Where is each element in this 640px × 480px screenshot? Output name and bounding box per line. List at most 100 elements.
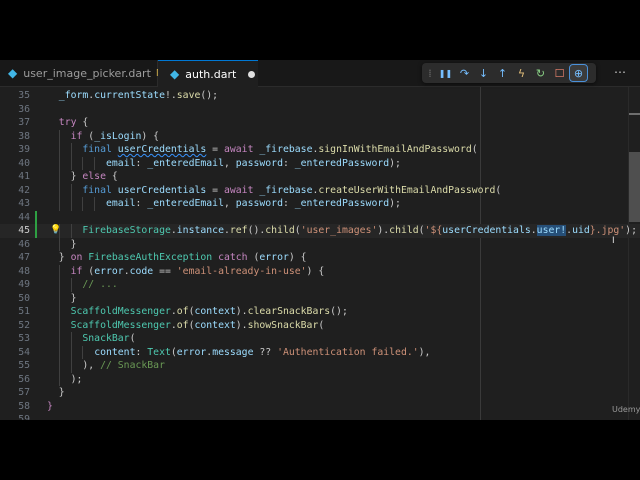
code-editor[interactable]: 35 _form.currentState!.save(); 36 37 try {38… xyxy=(0,87,640,420)
code-token: ), xyxy=(418,346,431,358)
code-token: ); xyxy=(625,225,637,236)
code-token: error xyxy=(176,346,207,358)
step-into-icon[interactable]: ↓ xyxy=(475,65,492,81)
code-line[interactable]: 55), // SnackBar xyxy=(0,359,640,373)
code-line[interactable]: 49 // ... xyxy=(0,278,640,292)
code-line[interactable]: 36 xyxy=(0,103,640,117)
code-line[interactable]: 43 email: _enteredEmail, password: _enter… xyxy=(0,197,640,211)
code-token: ); xyxy=(70,373,83,385)
modified-lines-indicator xyxy=(35,210,37,238)
code-token: , xyxy=(223,198,236,209)
indent-guide xyxy=(58,278,60,292)
code-token: _firebase xyxy=(259,184,313,196)
indent-guide xyxy=(70,156,72,170)
code-token: ScaffoldMessenger xyxy=(70,306,171,317)
code-token: !. xyxy=(164,90,177,101)
indent-guide xyxy=(94,197,96,211)
step-over-icon[interactable]: ↷ xyxy=(456,65,473,81)
code-token: ( xyxy=(129,333,136,344)
indent-guide xyxy=(58,305,60,319)
code-text: final userCredentials = await _firebase.… xyxy=(82,184,501,198)
code-token: user! xyxy=(536,225,567,236)
code-token: _isLogin xyxy=(94,130,142,142)
code-line[interactable]: 50} xyxy=(0,291,640,306)
tab-auth[interactable]: ◆ auth.dart xyxy=(158,60,258,87)
code-token: ) { xyxy=(288,252,307,263)
indent-guide xyxy=(58,237,60,251)
editor-tab-bar: ◆ user_image_picker.dart M ◆ auth.dart ⁞… xyxy=(0,60,640,87)
code-line[interactable]: 44 xyxy=(0,211,640,225)
code-line[interactable]: 47} on FirebaseAuthException catch (erro… xyxy=(0,251,640,265)
pause-icon[interactable]: ❚❚ xyxy=(437,65,454,81)
code-token: ?? xyxy=(253,346,278,358)
code-token: userCredentials xyxy=(117,144,207,155)
code-token: // SnackBar xyxy=(100,360,165,371)
code-line[interactable]: 53 SnackBar( xyxy=(0,332,640,346)
code-line[interactable]: 45 FirebaseStorage.instance.ref().child('… xyxy=(0,224,640,238)
unsaved-dot-icon[interactable] xyxy=(248,70,256,78)
indent-guide xyxy=(94,156,96,170)
dart-file-icon: ◆ xyxy=(170,67,180,81)
code-token: == xyxy=(153,265,177,277)
code-token: ( xyxy=(82,130,95,142)
devtools-search-icon[interactable]: ⊕ xyxy=(569,64,588,82)
tab-label: auth.dart xyxy=(185,67,237,81)
code-token: } xyxy=(70,238,77,250)
code-token: currentState xyxy=(94,90,165,101)
code-token: code xyxy=(129,265,154,277)
restart-icon[interactable]: ↻ xyxy=(532,65,549,81)
indent-guide xyxy=(58,345,60,359)
code-text: } xyxy=(71,292,77,306)
code-line[interactable]: 39 final userCredentials = await _firebas… xyxy=(0,143,640,157)
code-token: else xyxy=(82,171,106,182)
indent-guide xyxy=(58,264,60,278)
code-line[interactable]: 38 if (_isLogin) { xyxy=(0,129,640,143)
code-line[interactable]: 35 _form.currentState!.save(); xyxy=(0,89,640,103)
code-token: (). xyxy=(247,225,266,236)
code-token: instance xyxy=(176,225,224,236)
indent-guide xyxy=(70,224,72,238)
hot-reload-icon[interactable]: ϟ xyxy=(513,65,530,81)
code-token: } xyxy=(47,400,53,412)
code-token: (); xyxy=(200,90,219,101)
stop-icon[interactable]: ☐ xyxy=(551,65,568,81)
code-line[interactable]: 46} xyxy=(0,237,640,251)
code-line[interactable]: 40 email: _enteredEmail, password: _enter… xyxy=(0,156,640,170)
code-line[interactable]: 59 xyxy=(0,413,640,420)
code-token: 'email-already-in-use' xyxy=(176,265,307,277)
code-line[interactable]: 42 final userCredentials = await _firebas… xyxy=(0,183,640,198)
line-number: 46 xyxy=(18,238,30,250)
code-line[interactable]: 37 try { xyxy=(0,116,640,130)
line-number: 57 xyxy=(18,387,30,398)
code-token: password xyxy=(235,198,283,209)
code-token: error xyxy=(259,252,289,263)
indent-guide xyxy=(58,291,60,305)
indent-guide xyxy=(70,197,72,211)
code-line[interactable]: 48 if (error.code == 'email-already-in-us… xyxy=(0,264,640,278)
code-line[interactable]: 57} xyxy=(0,386,640,400)
code-token: : xyxy=(135,157,148,169)
code-token: createUserWithEmailAndPassword xyxy=(318,184,496,196)
code-token: { xyxy=(76,117,89,128)
code-token: userCredentials xyxy=(442,225,531,236)
tab-user-image-picker[interactable]: ◆ user_image_picker.dart M xyxy=(0,60,165,86)
code-line[interactable]: 56); xyxy=(0,372,640,386)
code-token: ScaffoldMessenger xyxy=(70,319,171,331)
code-line[interactable]: 41} else { xyxy=(0,170,640,184)
code-token: ( xyxy=(318,319,325,331)
code-line[interactable]: 58} xyxy=(0,400,640,414)
code-token: SnackBar xyxy=(82,333,130,344)
code-token: context xyxy=(194,319,236,331)
code-token: ); xyxy=(389,157,401,169)
code-token: '${ xyxy=(424,225,443,236)
code-line[interactable]: 52 ScaffoldMessenger.of(context).showSnac… xyxy=(0,318,640,332)
code-token: // ... xyxy=(82,279,118,290)
mouse-cursor-icon: I xyxy=(612,236,615,246)
code-line[interactable]: 54 content: Text(error.message ?? 'Authen… xyxy=(0,345,640,359)
code-line[interactable]: 51 ScaffoldMessenger.of(context).clearSna… xyxy=(0,305,640,319)
more-actions-icon[interactable]: ⋯ xyxy=(614,65,626,79)
step-out-icon[interactable]: ↑ xyxy=(494,65,511,81)
code-token: ( xyxy=(495,184,502,196)
line-number: 37 xyxy=(18,117,30,128)
lightbulb-icon[interactable]: 💡 xyxy=(50,224,61,238)
